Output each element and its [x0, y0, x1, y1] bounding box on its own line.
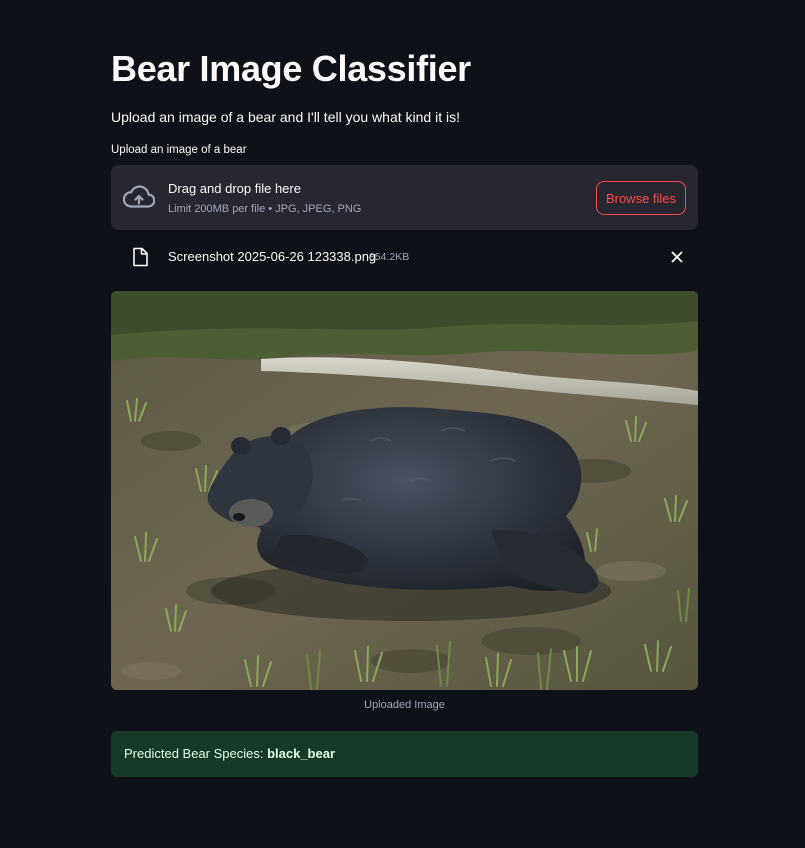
- prediction-result: Predicted Bear Species: black_bear: [111, 731, 698, 777]
- file-dropzone[interactable]: Drag and drop file here Limit 200MB per …: [111, 165, 698, 230]
- file-size: 354.2KB: [369, 251, 410, 263]
- page-title: Bear Image Classifier: [111, 48, 471, 89]
- file-name: Screenshot 2025-06-26 123338.png: [168, 249, 377, 264]
- dropzone-limit: Limit 200MB per file • JPG, JPEG, PNG: [168, 203, 362, 215]
- prediction-label: Predicted Bear Species:: [124, 746, 268, 761]
- image-caption: Uploaded Image: [364, 699, 445, 711]
- close-icon[interactable]: [670, 250, 684, 264]
- browse-files-button[interactable]: Browse files: [596, 181, 686, 215]
- prediction-value: black_bear: [267, 746, 336, 761]
- cloud-upload-icon: [123, 185, 155, 208]
- uploaded-file-row: Screenshot 2025-06-26 123338.png 354.2KB: [111, 240, 698, 274]
- dropzone-title: Drag and drop file here: [168, 181, 301, 196]
- uploader-label: Upload an image of a bear: [111, 144, 247, 156]
- page-subtitle: Upload an image of a bear and I'll tell …: [111, 109, 460, 125]
- file-icon: [133, 247, 148, 267]
- bear-photo: [111, 291, 698, 690]
- uploaded-image: [111, 291, 698, 690]
